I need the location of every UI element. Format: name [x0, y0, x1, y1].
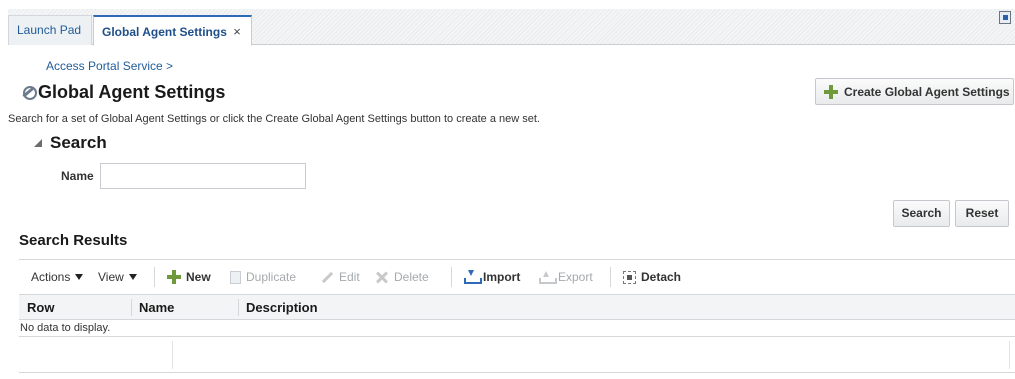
new-button[interactable]: New — [167, 260, 211, 294]
duplicate-button[interactable]: Duplicate — [230, 260, 296, 294]
tab-bar: Launch Pad Global Agent Settings × — [8, 9, 1015, 46]
settings-wrench-icon — [20, 83, 37, 101]
export-button[interactable]: Export — [539, 260, 593, 294]
detach-button[interactable]: Detach — [623, 260, 681, 294]
search-title: Search — [50, 133, 107, 152]
column-divider — [238, 299, 239, 316]
detach-window-icon[interactable] — [999, 11, 1011, 24]
new-button-label: New — [186, 270, 211, 284]
view-menu[interactable]: View — [98, 260, 137, 294]
column-header-row[interactable]: Row — [27, 295, 54, 320]
delete-button-label: Delete — [394, 270, 429, 284]
reset-button[interactable]: Reset — [955, 200, 1009, 227]
import-button[interactable]: Import — [464, 260, 520, 294]
duplicate-icon — [230, 270, 241, 284]
export-button-label: Export — [558, 270, 593, 284]
actions-menu-label: Actions — [31, 270, 71, 284]
tab-launch-pad[interactable]: Launch Pad — [8, 15, 92, 45]
chevron-down-icon — [75, 274, 84, 280]
view-menu-label: View — [98, 270, 124, 284]
name-input[interactable] — [100, 163, 306, 189]
tab-launch-pad-label: Launch Pad — [17, 23, 82, 37]
duplicate-button-label: Duplicate — [246, 270, 297, 284]
import-icon — [464, 270, 482, 284]
detach-icon — [623, 270, 636, 284]
import-button-label: Import — [483, 270, 521, 284]
tab-close-icon[interactable]: × — [233, 24, 241, 39]
column-divider — [172, 341, 173, 369]
chevron-down-icon — [128, 274, 137, 280]
plus-icon — [167, 270, 181, 284]
column-header-name[interactable]: Name — [139, 295, 174, 320]
edit-button-label: Edit — [339, 270, 360, 284]
toolbar-divider — [610, 267, 611, 287]
create-global-agent-settings-button[interactable]: Create Global Agent Settings — [815, 78, 1014, 105]
actions-menu[interactable]: Actions — [31, 260, 84, 294]
column-header-description[interactable]: Description — [246, 295, 318, 320]
plus-icon — [824, 84, 838, 99]
results-toolbar: Actions View New Duplicate Edit Delete I… — [19, 259, 1015, 295]
results-table-header: Row Name Description — [19, 295, 1015, 320]
detach-button-label: Detach — [641, 270, 682, 284]
toolbar-divider — [451, 267, 452, 287]
delete-button[interactable]: Delete — [375, 260, 429, 294]
collapse-triangle-icon — [34, 139, 42, 147]
page-header: Global Agent Settings — [20, 80, 225, 104]
page-title: Global Agent Settings — [38, 81, 226, 102]
search-section-toggle[interactable]: Search — [34, 133, 107, 153]
empty-results-message: No data to display. — [19, 320, 1015, 337]
pencil-icon — [320, 270, 334, 284]
instructions-text: Search for a set of Global Agent Setting… — [8, 113, 540, 125]
search-results-title: Search Results — [19, 232, 128, 249]
delete-x-icon — [375, 270, 389, 284]
name-label: Name — [61, 169, 94, 183]
breadcrumb[interactable]: Access Portal Service > — [46, 59, 173, 73]
toolbar-divider — [154, 267, 155, 287]
column-divider — [1009, 341, 1010, 369]
tab-global-agent-settings[interactable]: Global Agent Settings × — [93, 15, 252, 46]
create-button-label: Create Global Agent Settings — [844, 84, 1010, 99]
column-divider — [131, 299, 132, 316]
results-table-body — [19, 337, 1015, 373]
edit-button[interactable]: Edit — [320, 260, 360, 294]
tab-global-agent-settings-label: Global Agent Settings — [102, 25, 227, 39]
search-button[interactable]: Search — [893, 200, 950, 227]
export-icon — [539, 270, 557, 284]
